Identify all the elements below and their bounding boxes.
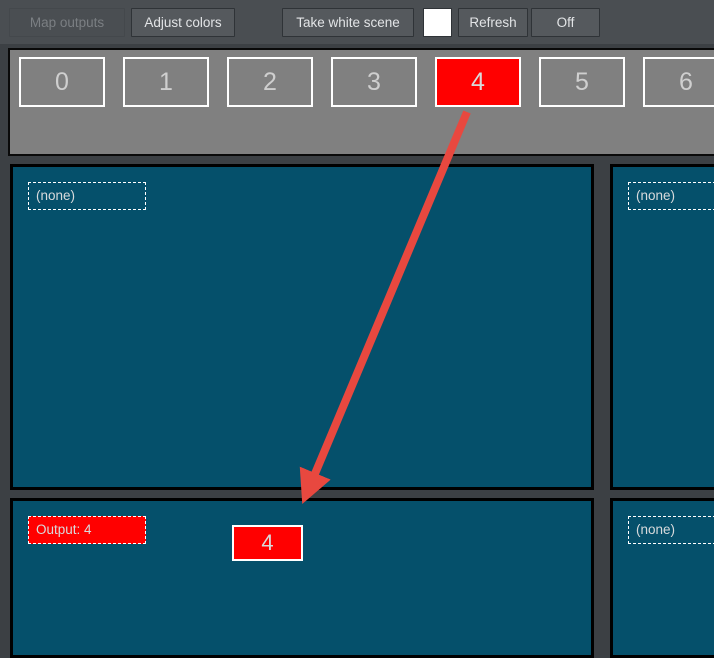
output-panel-3-label[interactable]: (none) [628, 516, 714, 544]
scene-tab-6[interactable]: 6 [643, 57, 714, 107]
off-button[interactable]: Off [531, 8, 600, 37]
scene-tab-0[interactable]: 0 [19, 57, 105, 107]
refresh-button[interactable]: Refresh [458, 8, 528, 37]
scene-tab-5[interactable]: 5 [539, 57, 625, 107]
scene-tab-2[interactable]: 2 [227, 57, 313, 107]
toolbar: Map outputs Adjust colors Take white sce… [0, 0, 714, 44]
output-panel-0[interactable]: (none) [10, 164, 594, 490]
take-white-scene-button[interactable]: Take white scene [282, 8, 414, 37]
output-panel-3[interactable]: (none) [610, 498, 714, 658]
output-panel-0-label[interactable]: (none) [28, 182, 146, 210]
adjust-colors-button[interactable]: Adjust colors [131, 8, 235, 37]
output-panel-1[interactable]: (none) [610, 164, 714, 490]
white-color-swatch[interactable] [423, 8, 452, 37]
scene-tab-3[interactable]: 3 [331, 57, 417, 107]
scene-tab-1[interactable]: 1 [123, 57, 209, 107]
output-panel-2-label[interactable]: Output: 4 [28, 516, 146, 544]
scene-tab-strip: 0 1 2 3 4 5 6 [8, 48, 714, 156]
map-outputs-button[interactable]: Map outputs [9, 8, 125, 37]
dragged-scene-chip[interactable]: 4 [232, 525, 303, 561]
output-panel-1-label[interactable]: (none) [628, 182, 714, 210]
scene-tab-4[interactable]: 4 [435, 57, 521, 107]
output-panel-2[interactable]: Output: 4 4 [10, 498, 594, 658]
